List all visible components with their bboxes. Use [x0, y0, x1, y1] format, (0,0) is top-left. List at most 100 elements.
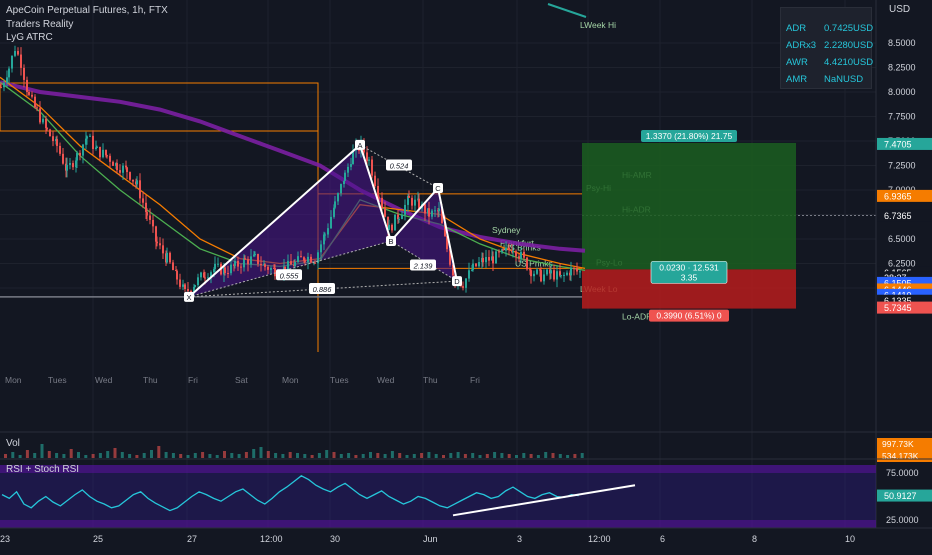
adr-value: NaNUSD — [824, 74, 864, 85]
candle-body — [162, 245, 164, 254]
candle-body — [472, 263, 474, 270]
candle-body — [106, 155, 108, 157]
volume-bar — [485, 454, 489, 458]
day-label: Wed — [377, 375, 395, 385]
candle-body — [492, 256, 494, 264]
candle-body — [149, 215, 151, 220]
candle-body — [533, 273, 535, 277]
volume-bar — [84, 455, 88, 458]
candle-body — [350, 164, 352, 167]
candle-body — [42, 118, 44, 123]
volume-bar — [427, 452, 431, 458]
rsi-label[interactable]: RSI + Stoch RSI — [6, 464, 79, 475]
candle-body — [314, 262, 316, 264]
pattern-point-label: B — [388, 237, 393, 246]
candle-body — [126, 167, 128, 173]
candle-body — [378, 197, 380, 199]
adr-row: ADR 0.7425USD — [786, 23, 873, 37]
candle-body — [270, 267, 272, 270]
volume-bar — [478, 455, 482, 458]
time-tick: 8 — [752, 534, 757, 544]
candle-body — [92, 135, 94, 149]
time-tick: Jun — [423, 534, 438, 544]
price-tag: 7.4705 — [884, 139, 912, 149]
candle-body — [28, 91, 30, 95]
candle-body — [172, 262, 174, 271]
volume-bar — [296, 453, 299, 458]
candle-body — [102, 149, 104, 158]
volume-bar — [208, 454, 212, 458]
candle-body — [388, 224, 390, 231]
pattern-point-label: A — [357, 141, 362, 150]
indicator-traders-reality[interactable]: Traders Reality — [6, 19, 73, 30]
pattern-ratio-label: 0.886 — [313, 285, 333, 294]
candle-body — [344, 172, 346, 181]
candle-body — [347, 166, 349, 173]
day-label: Thu — [423, 375, 438, 385]
candle-body — [109, 155, 111, 162]
rsi-tick: 75.0000 — [886, 468, 919, 478]
candle-body — [200, 272, 202, 278]
candle-body — [384, 208, 386, 217]
candle-body — [502, 249, 504, 251]
candle-body — [523, 251, 525, 258]
time-tick: 12:00 — [260, 534, 283, 544]
time-tick: 27 — [187, 534, 197, 544]
volume-bar — [69, 449, 73, 458]
volume-bar — [223, 451, 226, 458]
volume-bar — [106, 451, 110, 458]
time-tick: 10 — [845, 534, 855, 544]
candle-body — [434, 210, 436, 212]
candle-body — [478, 262, 480, 267]
candle-body — [129, 172, 131, 180]
adr-key: ADRx3 — [786, 40, 817, 51]
candle-body — [86, 136, 88, 139]
currency-label[interactable]: USD — [889, 4, 910, 15]
volume-bar — [215, 455, 219, 458]
pattern-ratio-label: 0.524 — [390, 162, 409, 171]
volume-bar — [500, 453, 504, 458]
volume-bar — [274, 453, 278, 458]
volume-bar — [449, 453, 453, 458]
volume-bar — [398, 453, 402, 458]
volume-bar — [434, 454, 438, 458]
time-tick: 6 — [660, 534, 665, 544]
volume-bar — [113, 448, 117, 458]
price-tick: 7.7500 — [888, 112, 916, 122]
volume-bar — [573, 454, 577, 458]
stop-label: 0.3990 (6.51%) 0 — [656, 311, 721, 321]
volume-bar — [339, 454, 343, 458]
candle-body — [66, 164, 68, 171]
candle-body — [368, 159, 370, 161]
candle-body — [374, 175, 376, 186]
volume-bar — [580, 453, 584, 458]
adr-key: ADR — [786, 23, 807, 34]
candle-body — [307, 256, 309, 262]
volume-bar — [25, 450, 29, 458]
volume-bar — [405, 455, 409, 458]
day-label: Thu — [143, 375, 158, 385]
candle-body — [424, 204, 426, 214]
candle-body — [418, 198, 420, 209]
candle-body — [79, 152, 81, 156]
volume-bar — [281, 454, 285, 458]
candle-body — [234, 261, 236, 266]
volume-bar — [544, 452, 548, 458]
adr-row: AWR 4.4210USD — [786, 57, 873, 71]
candle-body — [438, 208, 440, 212]
indicator-lyg-atrc[interactable]: LyG ATRC — [6, 32, 53, 43]
candle-body — [563, 274, 565, 276]
candle-body — [398, 218, 400, 220]
rsi-tick: 25.0000 — [886, 515, 919, 525]
volume-label[interactable]: Vol — [6, 438, 20, 449]
candle-body — [320, 244, 322, 253]
candle-body — [260, 263, 262, 266]
candle-body — [404, 204, 406, 215]
volume-bar — [4, 454, 7, 458]
volume-bar — [369, 452, 372, 458]
price-tick: 8.2500 — [888, 63, 916, 73]
candle-body — [257, 254, 259, 264]
candle-body — [327, 228, 329, 235]
time-tick: 12:00 — [588, 534, 611, 544]
volume-bar — [62, 454, 66, 458]
